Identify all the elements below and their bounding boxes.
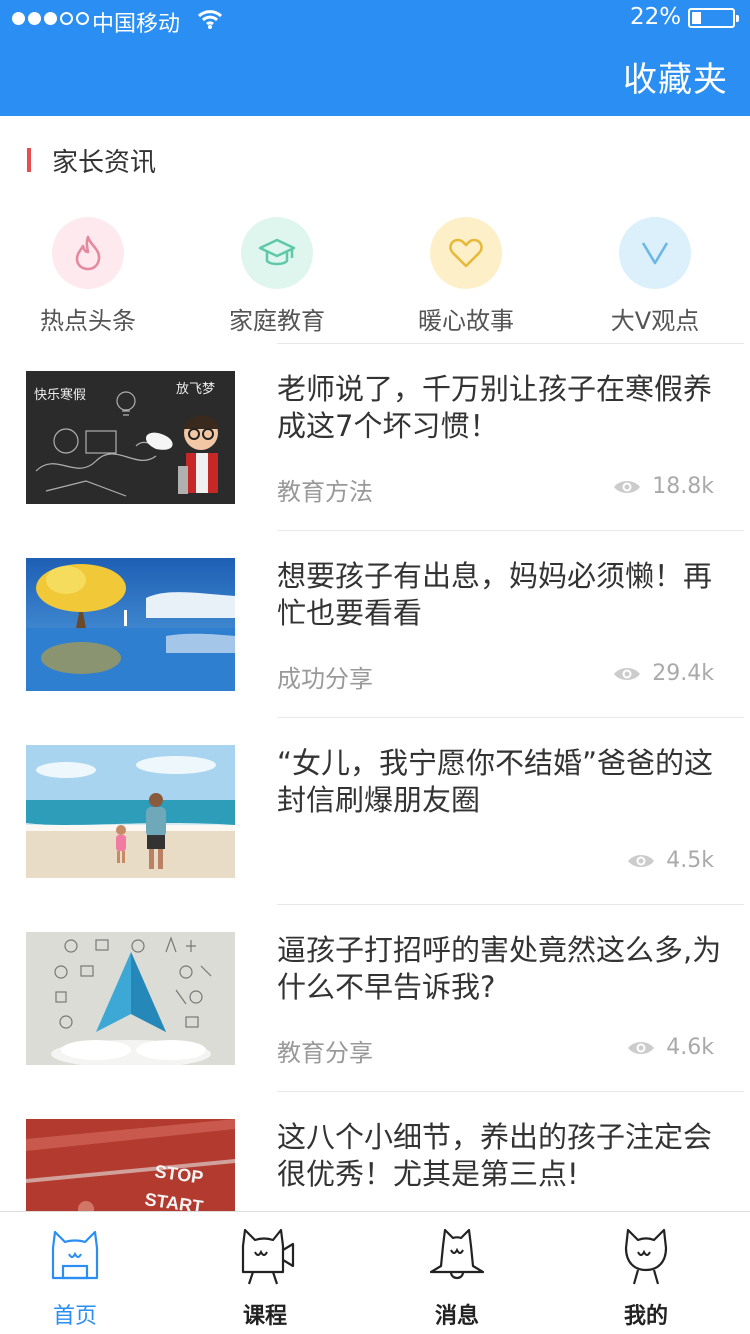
section-accent-bar (27, 148, 31, 172)
tab-profile[interactable]: 我的 (571, 1212, 721, 1334)
divider (277, 717, 744, 718)
message-cat-icon (429, 1228, 485, 1280)
category-label: 热点头条 (40, 307, 136, 335)
article-thumbnail (26, 745, 235, 878)
thumbnail-caption: 快乐寒假 (34, 387, 86, 402)
eye-icon (628, 1041, 655, 1054)
view-count: 4.5k (626, 848, 714, 873)
course-cat-icon (241, 1228, 295, 1285)
tab-courses[interactable]: 课程 (190, 1212, 340, 1334)
category-warm-stories[interactable]: 暖心故事 (396, 206, 536, 336)
category-influencer-views[interactable]: 大V观点 (585, 206, 725, 336)
profile-cat-icon (624, 1228, 668, 1285)
flame-icon (52, 217, 124, 289)
article-title: “女儿，我宁愿你不结婚”爸爸的这封信刷爆朋友圈 (277, 746, 714, 817)
view-count: 4.6k (626, 1035, 714, 1060)
article-title: 想要孩子有出息，妈妈必须懒！再忙也要看看 (277, 559, 713, 630)
article-tag: 教育方法 (277, 478, 373, 506)
category-row: 热点头条 家庭教育 暖心故事 大V观点 (0, 206, 750, 342)
article-item[interactable]: “女儿，我宁愿你不结婚”爸爸的这封信刷爆朋友圈 4.5k (0, 717, 750, 904)
divider (277, 904, 744, 905)
tab-label: 消息 (434, 1304, 479, 1329)
wifi-icon (197, 10, 223, 29)
article-title: 这八个小细节，养出的孩子注定会很优秀！尤其是第三点! (277, 1120, 713, 1191)
graduation-cap-icon (241, 217, 313, 289)
carrier-name: 中国移动 (92, 12, 181, 37)
eye-icon (614, 667, 641, 680)
view-count-value: 4.5k (666, 848, 714, 873)
article-item[interactable]: 想要孩子有出息，妈妈必须懒！再忙也要看看 成功分享 29.4k (0, 530, 750, 717)
article-title: 老师说了，千万别让孩子在寒假养成这7个坏习惯！ (277, 372, 713, 443)
article-item[interactable]: 快乐寒假 放飞梦 老师说了，千万别让孩子在寒假养成这7个坏习惯！ 教育方法 18… (0, 343, 750, 530)
eye-icon (628, 854, 655, 867)
signal-strength-icon (12, 12, 89, 25)
tab-home[interactable]: 首页 (0, 1212, 150, 1334)
category-family-education[interactable]: 家庭教育 (207, 206, 347, 336)
favorites-button[interactable]: 收藏夹 (623, 52, 728, 101)
view-count-value: 18.8k (652, 474, 714, 499)
section-header: 家长资讯 (0, 116, 750, 206)
article-title: 逼孩子打招呼的害处竟然这么多,为什么不早告诉我? (277, 933, 722, 1004)
category-label: 家庭教育 (229, 307, 325, 335)
home-cat-icon (51, 1230, 99, 1280)
tab-label: 课程 (242, 1304, 287, 1329)
status-bar: 中国移动 22% (0, 0, 750, 40)
article-tag: 成功分享 (277, 665, 373, 693)
article-thumbnail (26, 558, 235, 691)
top-header: 中国移动 22% 收藏夹 (0, 0, 750, 116)
v-icon (619, 217, 691, 289)
thumbnail-caption: 放飞梦 (176, 381, 215, 396)
battery-icon (688, 8, 739, 28)
battery-percentage: 22% (630, 4, 682, 30)
divider (277, 343, 744, 344)
divider (277, 1091, 744, 1092)
category-label: 暖心故事 (418, 307, 514, 335)
heart-icon (430, 217, 502, 289)
eye-icon (614, 480, 641, 493)
category-label: 大V观点 (610, 307, 700, 335)
tab-label: 我的 (623, 1304, 668, 1329)
section-title: 家长资讯 (52, 148, 157, 178)
article-tag: 教育分享 (277, 1039, 373, 1067)
article-item[interactable]: 逼孩子打招呼的害处竟然这么多,为什么不早告诉我? 教育分享 4.6k (0, 904, 750, 1091)
article-thumbnail (26, 932, 235, 1065)
tab-label: 首页 (52, 1304, 97, 1329)
view-count: 18.8k (612, 474, 714, 499)
tab-messages[interactable]: 消息 (382, 1212, 532, 1334)
view-count-value: 4.6k (666, 1035, 714, 1060)
view-count: 29.4k (612, 661, 714, 686)
bottom-tab-bar: 首页 课程 消息 我的 (0, 1211, 750, 1334)
category-hot-news[interactable]: 热点头条 (18, 206, 158, 336)
divider (277, 530, 744, 531)
article-thumbnail: 快乐寒假 放飞梦 (26, 371, 235, 504)
view-count-value: 29.4k (652, 661, 714, 686)
